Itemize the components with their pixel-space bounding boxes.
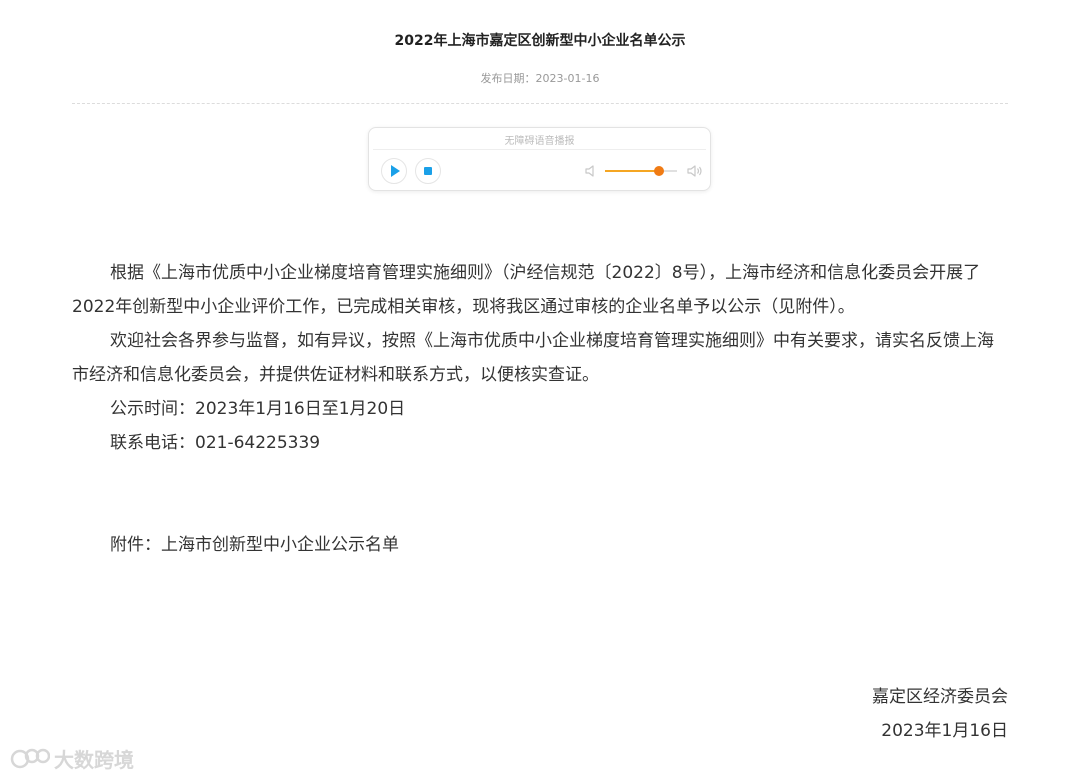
play-icon <box>391 165 400 177</box>
divider <box>72 103 1008 104</box>
contact-phone: 联系电话：021-64225339 <box>110 433 321 453</box>
paragraph-basis: 根据《上海市优质中小企业梯度培育管理实施细则》（沪经信规范〔2022〕8号），上… <box>72 263 981 317</box>
volume-low-icon[interactable] <box>585 163 597 182</box>
paragraph-supervision: 欢迎社会各界参与监督，如有异议，按照《上海市优质中小企业梯度培育管理实施细则》中… <box>72 331 994 385</box>
audio-player: 无障碍语音播报 <box>368 127 711 191</box>
signature-org: 嘉定区经济委员会 <box>872 687 1008 707</box>
watermark: 大数跨境 <box>10 744 134 773</box>
publish-date: 发布日期：2023-01-16 <box>480 72 600 85</box>
stop-button[interactable] <box>415 158 441 184</box>
publicity-time: 公示时间：2023年1月16日至1月20日 <box>110 399 406 419</box>
player-label: 无障碍语音播报 <box>504 136 575 147</box>
signature-date: 2023年1月16日 <box>881 721 1008 741</box>
volume-slider[interactable] <box>605 166 677 176</box>
watermark-text: 大数跨境 <box>54 748 134 772</box>
volume-slider-fill <box>605 170 659 172</box>
play-button[interactable] <box>381 158 407 184</box>
article-body: 根据《上海市优质中小企业梯度培育管理实施细则》（沪经信规范〔2022〕8号），上… <box>72 256 1008 562</box>
attachment-link[interactable]: 附件：上海市创新型中小企业公示名单 <box>72 528 1008 562</box>
player-divider <box>373 149 706 150</box>
logo-icon <box>10 748 50 768</box>
volume-slider-knob[interactable] <box>654 166 664 176</box>
volume-high-icon[interactable] <box>687 163 703 182</box>
signature-block: 嘉定区经济委员会 2023年1月16日 <box>872 680 1008 748</box>
page-title: 2022年上海市嘉定区创新型中小企业名单公示 <box>394 33 686 49</box>
stop-icon <box>424 167 432 175</box>
